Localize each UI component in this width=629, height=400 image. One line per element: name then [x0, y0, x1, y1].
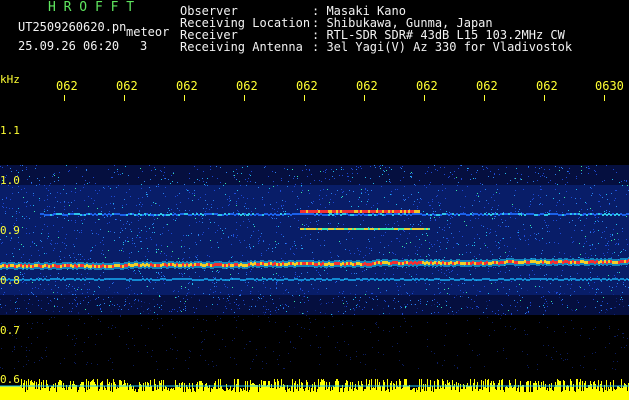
time-tick-marks: [64, 95, 605, 101]
time-tick-label: 062: [416, 79, 438, 93]
spectrogram-panel: [0, 95, 629, 400]
y-tick-label: 1.1: [0, 124, 20, 137]
y-tick-label: 0.8: [0, 274, 20, 287]
date-time: 25.09.26 06:20: [18, 39, 120, 53]
antenna-value: : 3el Yagi(V) Az 330 for Vladivostok: [312, 40, 573, 54]
time-tick-label: 062: [476, 79, 498, 93]
amplitude-floor-trace: [0, 379, 629, 400]
y-tick-label: 0.6: [0, 373, 20, 386]
count-label: 3: [140, 39, 148, 53]
time-tick-label: 062: [356, 79, 378, 93]
antenna-label: Receiving Antenna: [180, 40, 303, 54]
time-tick-label: 062: [56, 79, 78, 93]
app-title: H R O F F T: [48, 0, 135, 15]
time-tick-label: 0630: [595, 79, 624, 93]
y-unit-label: kHz: [0, 73, 20, 86]
time-tick-label: 062: [296, 79, 318, 93]
time-tick-label: 062: [116, 79, 138, 93]
mode-label: meteor: [126, 25, 170, 39]
time-tick-label: 062: [176, 79, 198, 93]
y-tick-label: 1.0: [0, 174, 20, 187]
file-name: UT2509260620.pn: [18, 20, 127, 34]
time-tick-label: 062: [236, 79, 258, 93]
y-tick-label: 0.9: [0, 224, 20, 237]
time-tick-label: 062: [536, 79, 558, 93]
y-tick-label: 0.7: [0, 324, 20, 337]
